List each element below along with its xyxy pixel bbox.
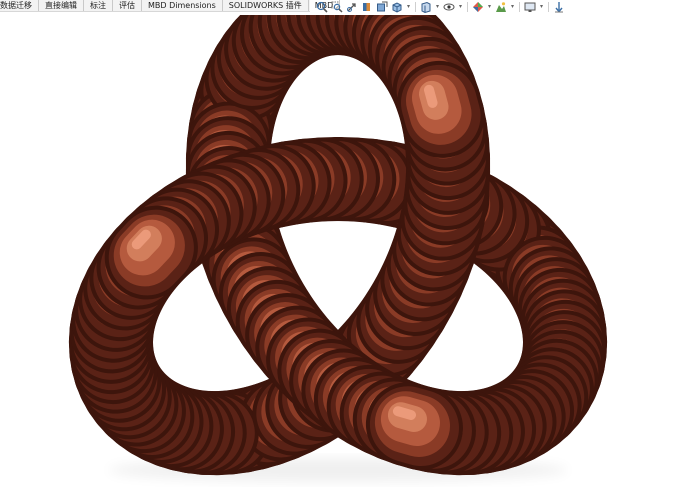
command-manager-tabs: 数据迁移 直接编辑 标注 评估 MBD Dimensions SOLIDWORK… — [0, 0, 341, 12]
previous-view-icon[interactable] — [346, 1, 358, 13]
hide-show-items-icon[interactable] — [443, 1, 455, 13]
tab-mbd-dimensions[interactable]: MBD Dimensions — [142, 0, 223, 11]
trefoil-knot-model[interactable] — [0, 15, 680, 498]
heads-up-view-toolbar: ▾ ▾ ▾ ▾ ▾ ▾ — [316, 0, 565, 14]
toolbar-separator — [415, 2, 416, 12]
tab-evaluate[interactable]: 评估 — [113, 0, 142, 11]
tab-data-migration[interactable]: 数据迁移 — [0, 0, 39, 11]
view-settings-icon[interactable] — [524, 1, 536, 13]
section-view-icon[interactable] — [361, 1, 373, 13]
chevron-down-icon[interactable]: ▾ — [539, 1, 544, 13]
zoom-to-area-icon[interactable] — [331, 1, 343, 13]
apply-scene-icon[interactable] — [495, 1, 507, 13]
chevron-down-icon[interactable]: ▾ — [458, 1, 463, 13]
edit-appearance-icon[interactable] — [472, 1, 484, 13]
knot-tube-group — [68, 15, 608, 482]
toolbar-separator — [467, 2, 468, 12]
zoom-to-fit-icon[interactable] — [316, 1, 328, 13]
display-style-icon[interactable] — [420, 1, 432, 13]
knot-tube-segment — [104, 205, 198, 300]
rotate-view-icon[interactable] — [553, 1, 565, 13]
graphics-area[interactable] — [0, 15, 680, 498]
tab-annotation[interactable]: 标注 — [84, 0, 113, 11]
toolbar-separator — [519, 2, 520, 12]
chevron-down-icon[interactable]: ▾ — [487, 1, 492, 13]
view-orientation-icon[interactable] — [391, 1, 403, 13]
chevron-down-icon[interactable]: ▾ — [510, 1, 515, 13]
chevron-down-icon[interactable]: ▾ — [435, 1, 440, 13]
knot-tube-segment — [365, 382, 463, 470]
tab-direct-editing[interactable]: 直接编辑 — [39, 0, 84, 11]
toolbar-separator — [548, 2, 549, 12]
dynamic-annotation-views-icon[interactable] — [376, 1, 388, 13]
chevron-down-icon[interactable]: ▾ — [406, 1, 411, 13]
knot-tube-segment — [396, 60, 485, 158]
tab-solidworks-addins[interactable]: SOLIDWORKS 插件 — [223, 0, 309, 11]
